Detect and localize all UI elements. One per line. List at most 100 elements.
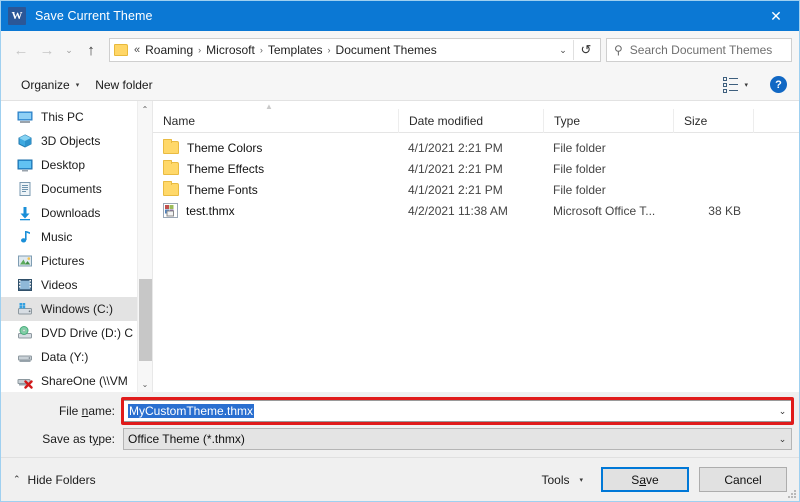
file-name-cell: Theme Colors bbox=[153, 139, 398, 155]
sidebar-item-label: Windows (C:) bbox=[41, 302, 114, 316]
recent-locations-button[interactable]: ⌄ bbox=[60, 37, 78, 63]
new-folder-button[interactable]: New folder bbox=[87, 74, 160, 96]
thmx-file-icon bbox=[163, 203, 178, 218]
cancel-button[interactable]: Cancel bbox=[699, 467, 787, 492]
new-folder-label: New folder bbox=[95, 77, 153, 92]
title-bar: W Save Current Theme ✕ bbox=[1, 1, 799, 31]
forward-button[interactable]: → bbox=[34, 37, 60, 63]
sidebar-item-dvd-drive-d[interactable]: DVD Drive (D:) C bbox=[1, 321, 152, 345]
downloads-icon bbox=[17, 205, 33, 221]
file-name-row: File name: MyCustomTheme.thmx ⌄ bbox=[8, 397, 794, 425]
breadcrumb-item-document-themes[interactable]: Document Themes bbox=[336, 43, 437, 57]
file-name-cell: test.thmx bbox=[153, 203, 398, 218]
back-button[interactable]: ← bbox=[8, 37, 34, 63]
sidebar-item-label: ShareOne (\\VM bbox=[41, 374, 128, 388]
sidebar-item-this-pc[interactable]: This PC bbox=[1, 105, 152, 129]
scroll-up-icon[interactable]: ⌃ bbox=[138, 101, 153, 117]
save-button[interactable]: Sa ve bbox=[601, 467, 689, 492]
search-icon: ⚲ bbox=[614, 43, 623, 57]
breadcrumb-overflow-icon[interactable]: « bbox=[134, 44, 140, 56]
sidebar-item-label: Downloads bbox=[41, 206, 101, 220]
up-button[interactable]: ↑ bbox=[78, 37, 104, 63]
folder-icon bbox=[163, 181, 179, 196]
column-header-size[interactable]: Size bbox=[673, 108, 753, 133]
chevron-down-icon: ▾ bbox=[75, 81, 80, 89]
music-icon bbox=[17, 229, 33, 245]
sidebar-item-music[interactable]: Music bbox=[1, 225, 152, 249]
sidebar-item-desktop[interactable]: Desktop bbox=[1, 153, 152, 177]
sidebar-item-label: Data (Y:) bbox=[41, 350, 89, 364]
breadcrumb-item-templates[interactable]: Templates bbox=[268, 43, 323, 57]
navigation-bar: ← → ⌄ ↑ « Roaming › Microsoft › Template… bbox=[1, 31, 799, 69]
sidebar-item-videos[interactable]: Videos bbox=[1, 273, 152, 297]
file-name-label-pre: File bbox=[58, 404, 82, 418]
file-name-input[interactable]: MyCustomTheme.thmx ⌄ bbox=[123, 400, 792, 422]
file-name-value[interactable]: MyCustomTheme.thmx bbox=[124, 404, 774, 418]
table-row[interactable]: Theme Colors 4/1/2021 2:21 PM File folde… bbox=[153, 137, 799, 158]
organize-label: Organize bbox=[21, 77, 70, 92]
sidebar-item-pictures[interactable]: Pictures bbox=[1, 249, 152, 273]
sidebar-item-windows-c[interactable]: Windows (C:) bbox=[1, 297, 152, 321]
column-header-blank[interactable] bbox=[753, 108, 799, 133]
breadcrumb-item-roaming[interactable]: Roaming bbox=[145, 43, 193, 57]
hide-folders-label: Hide Folders bbox=[27, 472, 96, 487]
save-as-type-select[interactable]: Office Theme (*.thmx) ⌄ bbox=[123, 428, 792, 450]
close-icon[interactable]: ✕ bbox=[753, 1, 799, 31]
breadcrumb-separator: › bbox=[259, 45, 263, 55]
sidebar-item-label: This PC bbox=[41, 110, 84, 124]
file-type-cell: File folder bbox=[553, 140, 606, 155]
view-options-button[interactable]: ▾ bbox=[715, 73, 756, 97]
tools-label: Tools bbox=[541, 472, 570, 487]
table-row[interactable]: Theme Effects 4/1/2021 2:21 PM File fold… bbox=[153, 158, 799, 179]
organize-button[interactable]: Organize ▾ bbox=[13, 74, 87, 96]
chevron-down-icon[interactable]: ⌄ bbox=[774, 406, 791, 417]
search-input[interactable]: Search Document Themes bbox=[630, 43, 773, 57]
column-header-date-modified[interactable]: Date modified bbox=[398, 108, 543, 133]
sidebar-scrollbar[interactable]: ⌃ ⌄ bbox=[137, 101, 152, 392]
scrollbar-thumb[interactable] bbox=[138, 279, 152, 361]
sidebar-item-label: Documents bbox=[41, 182, 102, 196]
sidebar-item-3d-objects[interactable]: 3D Objects bbox=[1, 129, 152, 153]
column-header-name[interactable]: Name bbox=[153, 109, 398, 133]
file-type-cell: Microsoft Office T... bbox=[553, 203, 656, 218]
scroll-down-icon[interactable]: ⌄ bbox=[138, 376, 153, 392]
sidebar-list: This PC 3D Objects Desktop Documents Dow… bbox=[1, 101, 152, 392]
hide-folders-button[interactable]: ⌃ Hide Folders bbox=[13, 473, 96, 487]
documents-icon bbox=[17, 181, 33, 197]
table-row[interactable]: Theme Fonts 4/1/2021 2:21 PM File folder bbox=[153, 179, 799, 200]
column-header-type[interactable]: Type bbox=[543, 108, 673, 133]
address-bar[interactable]: « Roaming › Microsoft › Templates › Docu… bbox=[109, 38, 601, 62]
sidebar-item-downloads[interactable]: Downloads bbox=[1, 201, 152, 225]
file-name-label: Theme Fonts bbox=[187, 182, 258, 197]
table-row[interactable]: test.thmx 4/2/2021 11:38 AM Microsoft Of… bbox=[153, 200, 799, 221]
file-name-label: Theme Colors bbox=[187, 140, 263, 155]
file-name-label: File name: bbox=[8, 404, 123, 418]
file-date-cell: 4/1/2021 2:21 PM bbox=[408, 182, 503, 197]
help-icon[interactable]: ? bbox=[770, 76, 787, 93]
scrollbar-track[interactable] bbox=[138, 117, 153, 376]
breadcrumb-item-microsoft[interactable]: Microsoft bbox=[206, 43, 255, 57]
sidebar-item-label: Videos bbox=[41, 278, 78, 292]
file-list-pane: ▲ Name Date modified Type Size Theme Col… bbox=[153, 101, 799, 392]
chevron-down-icon[interactable]: ⌄ bbox=[774, 434, 791, 445]
chevron-down-icon: ▾ bbox=[744, 81, 748, 89]
folder-icon bbox=[114, 44, 128, 56]
save-as-type-label-post: pe: bbox=[98, 432, 115, 446]
chevron-down-icon[interactable]: ⌄ bbox=[553, 45, 573, 56]
sidebar-item-data-y[interactable]: Data (Y:) bbox=[1, 345, 152, 369]
refresh-icon[interactable]: ↺ bbox=[574, 39, 598, 61]
folder-icon bbox=[163, 160, 179, 175]
save-as-type-label: Save as type: bbox=[8, 432, 123, 446]
pictures-icon bbox=[17, 253, 33, 269]
sidebar-item-documents[interactable]: Documents bbox=[1, 177, 152, 201]
tools-button[interactable]: Tools ▾ bbox=[533, 468, 591, 492]
network-drive-icon bbox=[17, 349, 33, 365]
search-box[interactable]: ⚲ Search Document Themes bbox=[606, 38, 792, 62]
sidebar-item-label: Desktop bbox=[41, 158, 86, 172]
file-name-label: test.thmx bbox=[186, 203, 235, 218]
column-headers: Name Date modified Type Size bbox=[153, 108, 799, 133]
save-current-theme-dialog: W Save Current Theme ✕ ← → ⌄ ↑ « Roaming… bbox=[0, 0, 800, 502]
resize-grip[interactable] bbox=[787, 489, 797, 499]
sidebar-item-shareone[interactable]: ShareOne (\\VM bbox=[1, 369, 152, 392]
save-as-type-row: Save as type: Office Theme (*.thmx) ⌄ bbox=[8, 428, 792, 450]
